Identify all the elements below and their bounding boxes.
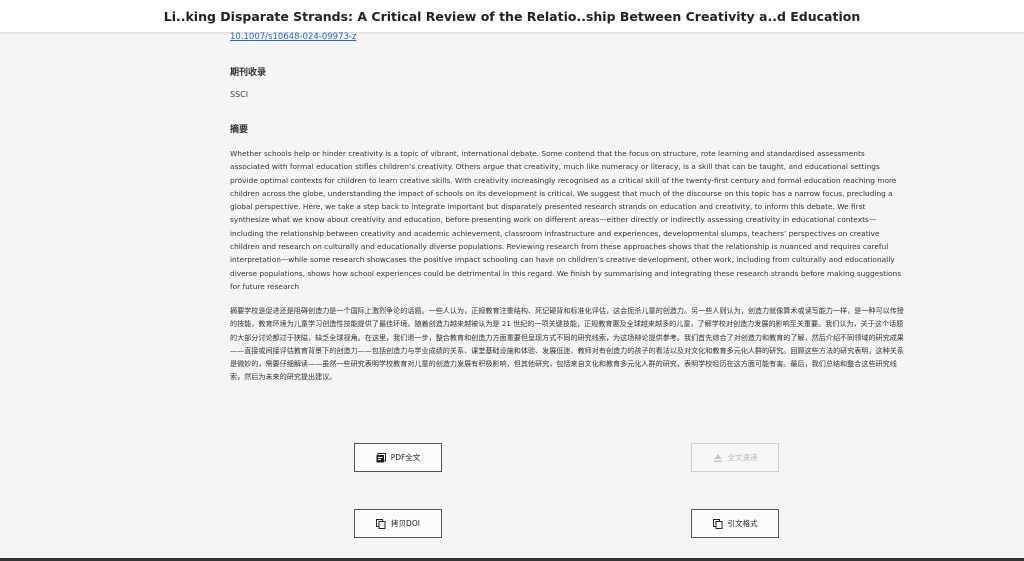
fulltext-delivery-button[interactable]: 全文速递 — [691, 443, 779, 472]
upload-icon — [713, 453, 723, 463]
abstract-heading: 摘要 — [230, 125, 249, 135]
copy-doi-label: 拷贝DOI — [391, 519, 420, 528]
abstract-english: Whether schools help or hinder creativit… — [230, 149, 902, 291]
pdf-fulltext-label: PDF全文 — [390, 453, 421, 462]
copy-doi-button[interactable]: 拷贝DOI — [354, 509, 442, 538]
journal-index-value: SSCI — [230, 90, 249, 99]
fulltext-delivery-label: 全文速递 — [727, 453, 758, 462]
doi-link[interactable]: 10.1007/s10648-024-09973-z — [230, 32, 356, 42]
journal-heading: 期刊收录 — [230, 68, 267, 78]
pdf-file-icon — [376, 452, 386, 463]
citation-format-button[interactable]: 引文格式 — [691, 509, 779, 538]
pdf-fulltext-button[interactable]: PDF全文 — [354, 443, 442, 472]
copy-icon — [712, 518, 723, 529]
window-title: Li..king Disparate Strands: A Critical R… — [0, 0, 1024, 32]
copy-icon — [376, 518, 386, 529]
citation-format-label: 引文格式 — [727, 519, 758, 528]
abstract-chinese: 摘要学校是促进还是阻碍创造力是一个国际上激烈争论的话题。一些人认为，正规教育注重… — [230, 306, 904, 382]
